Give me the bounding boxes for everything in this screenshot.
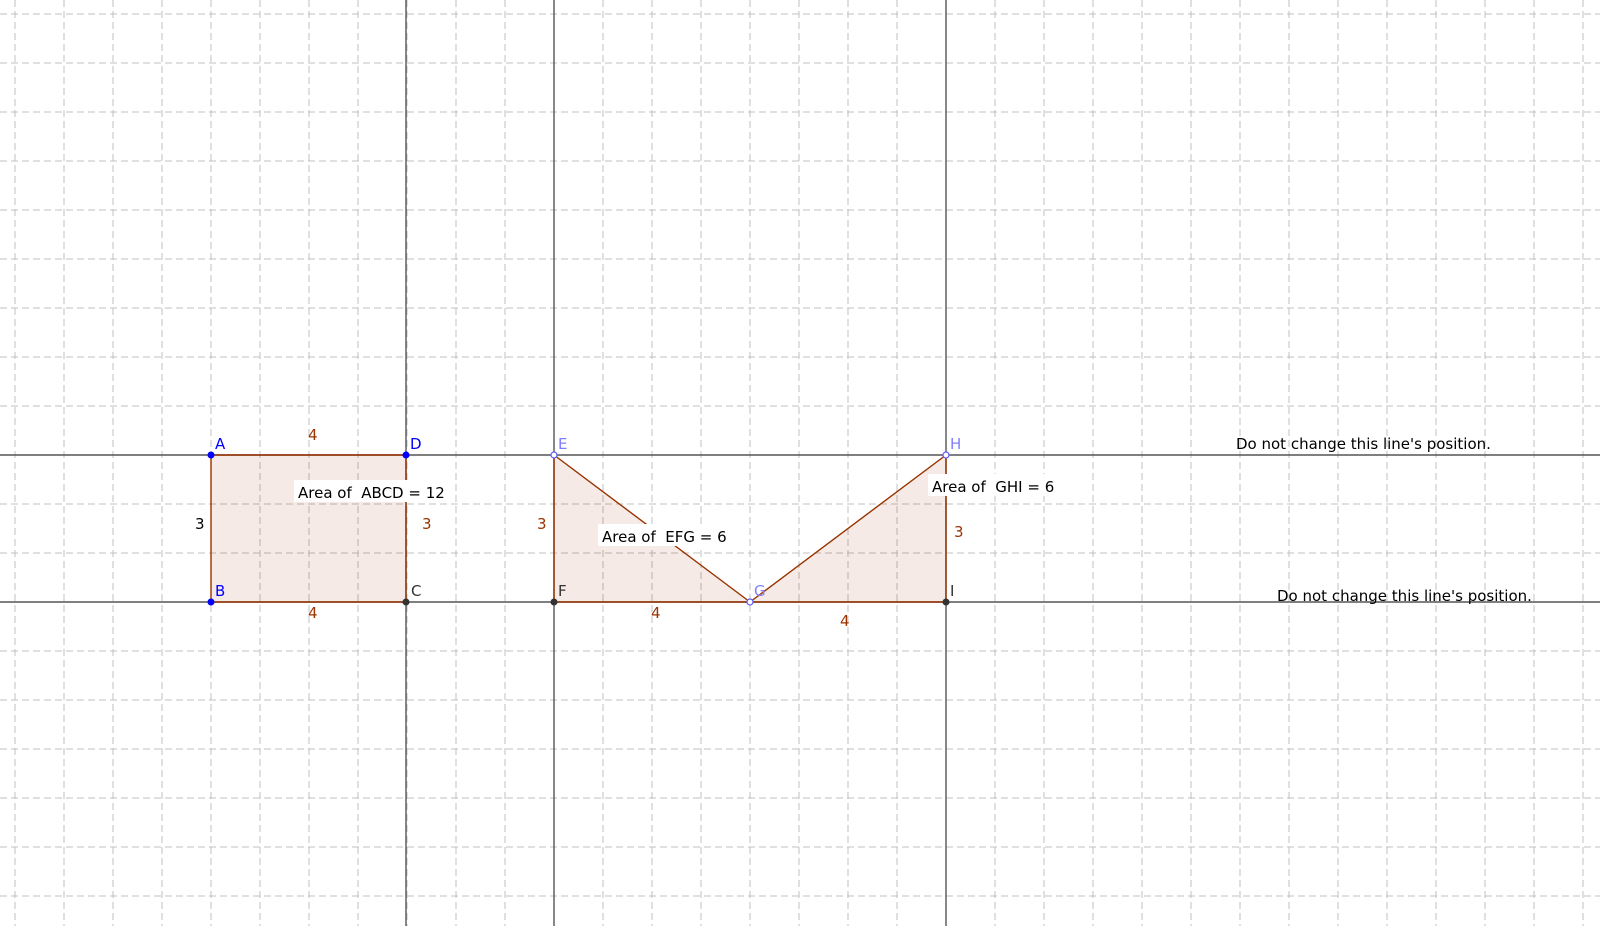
point-e-label: E — [558, 435, 567, 453]
area-label-abcd[interactable]: Area of ABCD = 12 — [298, 484, 445, 502]
segment-label-bc: 4 — [308, 604, 318, 622]
segment-label-fg: 4 — [651, 604, 661, 622]
point-c-marker[interactable] — [402, 598, 410, 606]
point-f-label: F — [558, 582, 567, 600]
point-a-marker[interactable] — [207, 451, 215, 459]
segment-label-ad: 4 — [308, 426, 318, 444]
point-d-label: D — [410, 435, 422, 453]
point-i-marker[interactable] — [942, 598, 950, 606]
geometry-canvas[interactable]: 4 3 3 4 3 4 4 3 Area of ABCD = 12 Area o… — [0, 0, 1600, 926]
point-h-label: H — [950, 435, 961, 453]
segment-label-hi: 3 — [954, 523, 964, 541]
point-a-label: A — [215, 435, 226, 453]
area-label-efg[interactable]: Area of EFG = 6 — [602, 528, 727, 546]
segment-label-dc: 3 — [422, 515, 432, 533]
segment-label-gi: 4 — [840, 612, 850, 630]
point-d-marker[interactable] — [402, 451, 410, 459]
point-b-marker[interactable] — [207, 598, 215, 606]
note-top-line[interactable]: Do not change this line's position. — [1236, 435, 1491, 453]
point-c-label: C — [411, 582, 421, 600]
point-h-marker[interactable] — [942, 451, 950, 459]
point-i-label: I — [950, 582, 954, 600]
polygon-abcd[interactable] — [210, 454, 407, 603]
point-g-marker[interactable] — [746, 598, 754, 606]
segment-label-ab: 3 — [195, 515, 205, 533]
point-b-label: B — [215, 582, 225, 600]
point-f-marker[interactable] — [550, 598, 558, 606]
note-bottom-line[interactable]: Do not change this line's position. — [1277, 587, 1532, 605]
point-g-label: G — [754, 582, 766, 600]
area-label-ghi[interactable]: Area of GHI = 6 — [932, 478, 1054, 496]
segment-label-ef: 3 — [537, 515, 547, 533]
point-e-marker[interactable] — [550, 451, 558, 459]
